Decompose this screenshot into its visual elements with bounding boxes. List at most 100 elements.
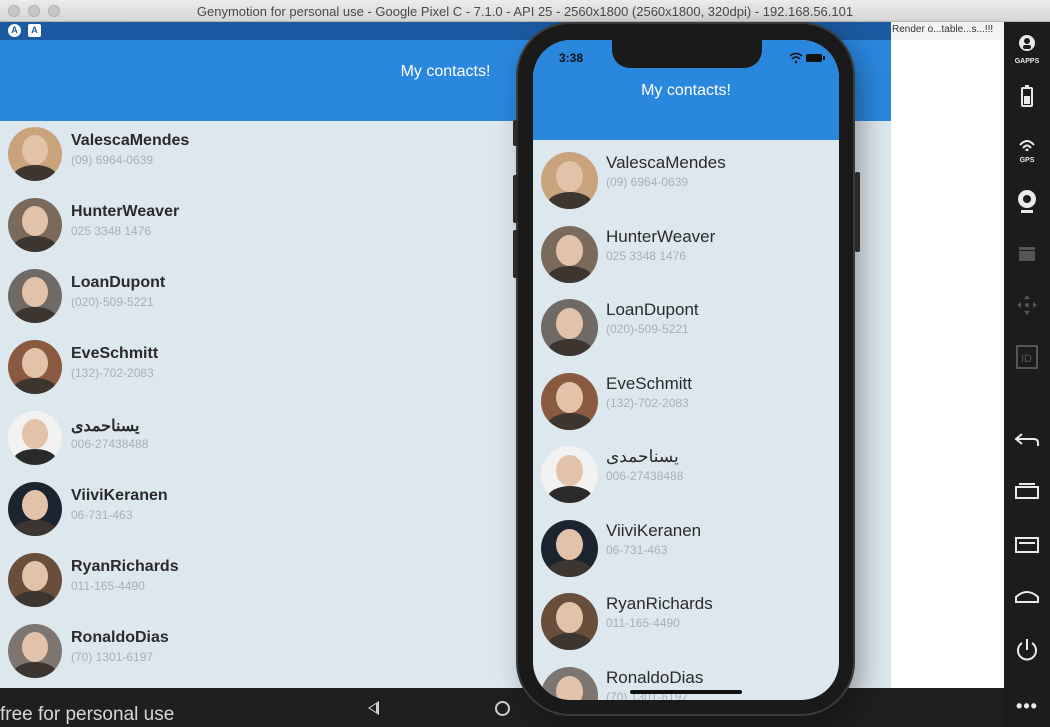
phone-clock: 3:38 <box>559 51 584 65</box>
contact-name: RonaldoDias <box>71 629 169 646</box>
contact-row[interactable]: EveSchmitt (132)-702-2083 <box>533 364 839 437</box>
personal-use-watermark: free for personal use <box>0 704 175 725</box>
svg-text:ID: ID <box>1021 353 1032 365</box>
avatar-face <box>22 419 48 449</box>
contact-phone: 011-165-4490 <box>606 616 680 630</box>
render-overlay-text: Render o...table...s...!!! <box>891 22 1004 40</box>
contact-row[interactable]: HunterWeaver 025 3348 1476 <box>533 217 839 290</box>
sidebar-home-button[interactable] <box>1004 588 1050 609</box>
avatar-shoulders <box>13 520 57 536</box>
sidebar-recents-button[interactable] <box>1004 483 1050 504</box>
battery-icon <box>1021 85 1033 107</box>
power-icon <box>1017 639 1037 661</box>
gps-button[interactable]: GPS <box>1004 138 1050 164</box>
avatar-shoulders <box>13 236 57 252</box>
contact-row[interactable]: LoanDupont (020)-509-5221 <box>0 263 500 334</box>
contact-row[interactable]: ViiviKeranen 06-731-463 <box>533 511 839 584</box>
contact-name: ValescaMendes <box>606 153 726 172</box>
contact-row[interactable]: يسناحمدی 006-27438488 <box>0 405 500 476</box>
avatar-shoulders <box>547 559 593 577</box>
webcam-button[interactable] <box>1004 189 1050 220</box>
avatar-face <box>22 490 48 520</box>
sidebar-menu-button[interactable] <box>1004 537 1050 558</box>
contact-row[interactable]: HunterWeaver 025 3348 1476 <box>0 192 500 263</box>
avatar-face <box>556 455 583 486</box>
avatar-face <box>556 381 583 413</box>
gapps-button[interactable]: GAPPS <box>1004 34 1050 65</box>
avatar-shoulders <box>547 633 593 650</box>
contact-avatar <box>541 225 598 283</box>
contact-row[interactable]: يسناحمدی 006-27438488 <box>533 437 839 510</box>
emulator-blank-area <box>891 40 1004 688</box>
contact-avatar <box>541 519 598 577</box>
contact-name: LoanDupont <box>606 300 699 319</box>
avatar-shoulders <box>547 192 593 209</box>
avatar-face <box>556 528 583 560</box>
phone-screen: 3:38 My contacts! ValescaMendes (09) 6964… <box>533 40 839 700</box>
contact-avatar <box>541 152 598 209</box>
avatar-shoulders <box>13 378 57 394</box>
menu-icon <box>1015 537 1039 553</box>
contact-row[interactable]: RonaldoDias (70) 1301-6197 <box>0 618 500 688</box>
avatar-face <box>22 277 48 307</box>
home-nav-icon[interactable] <box>495 701 510 716</box>
contact-row[interactable]: LoanDupont (020)-509-5221 <box>533 290 839 363</box>
clapper-icon <box>1019 247 1035 261</box>
contact-name: ViiviKeranen <box>606 520 702 540</box>
back-nav-icon[interactable] <box>368 701 379 715</box>
clapper-button[interactable] <box>1004 246 1050 267</box>
more-options-icon[interactable]: ••• <box>1004 696 1050 717</box>
side-power-button[interactable] <box>855 172 860 252</box>
avatar-face <box>22 561 48 591</box>
home-indicator[interactable] <box>630 690 742 694</box>
phone-notch <box>612 40 762 68</box>
phone-status-icons <box>789 52 825 64</box>
webcam-icon <box>1018 190 1036 213</box>
avatar-shoulders <box>547 339 593 356</box>
contact-row[interactable]: ValescaMendes (09) 6964-0639 <box>533 143 839 216</box>
avatar-face <box>556 161 583 192</box>
contact-avatar <box>8 198 62 252</box>
volume-down-button[interactable] <box>513 230 518 278</box>
sidebar-back-button[interactable] <box>1004 432 1050 453</box>
contact-avatar <box>541 372 598 430</box>
contact-avatar <box>8 269 62 323</box>
contact-row[interactable]: ValescaMendes (09) 6964-0639 <box>0 121 500 192</box>
contact-row[interactable]: RyanRichards 011-165-4490 <box>0 547 500 618</box>
phone-contact-list[interactable]: ValescaMendes (09) 6964-0639 HunterWeaver 0… <box>533 140 839 700</box>
contact-avatar <box>541 299 598 356</box>
contact-avatar <box>8 553 62 607</box>
avatar-shoulders <box>547 265 593 283</box>
gapps-icon <box>1019 35 1035 51</box>
contact-phone: 006-27438488 <box>606 469 684 483</box>
contact-phone: 011-165-4490 <box>71 579 145 593</box>
contact-row[interactable]: RyanRichards 011-165-4490 <box>533 584 839 657</box>
contact-phone: 025 3348 1476 <box>71 224 152 238</box>
dpad-button[interactable] <box>1004 294 1050 321</box>
device-id-icon: ID <box>1016 345 1038 369</box>
avatar-shoulders <box>13 662 57 678</box>
avatar-face <box>22 135 48 165</box>
battery-button[interactable] <box>1004 85 1050 112</box>
contact-avatar <box>8 411 62 465</box>
contact-phone: (132)-702-2083 <box>606 395 689 410</box>
contact-phone: (020)-509-5221 <box>606 322 689 336</box>
contact-phone: 06-731-463 <box>71 508 133 522</box>
contact-name: LoanDupont <box>71 274 166 291</box>
gapps-label: GAPPS <box>1014 58 1040 65</box>
gps-label: GPS <box>1019 157 1035 164</box>
sidebar-power-button[interactable] <box>1004 637 1050 668</box>
avatar-face <box>22 348 48 378</box>
contact-name: EveSchmitt <box>71 345 159 362</box>
phone-app-title: My contacts! <box>641 82 731 99</box>
contact-row[interactable]: EveSchmitt (132)-702-2083 <box>0 334 500 405</box>
avatar-shoulders <box>547 412 593 430</box>
avatar-shoulders <box>13 307 57 323</box>
contact-row[interactable]: ViiviKeranen 06-731-463 <box>0 476 500 547</box>
genymotion-sidebar: GAPPS GPS ID ••• <box>1004 22 1050 727</box>
contact-avatar <box>8 624 62 678</box>
id-button[interactable]: ID <box>1004 345 1050 374</box>
contact-avatar <box>541 593 598 650</box>
contact-phone: 025 3348 1476 <box>606 248 687 263</box>
volume-up-button[interactable] <box>513 175 518 223</box>
